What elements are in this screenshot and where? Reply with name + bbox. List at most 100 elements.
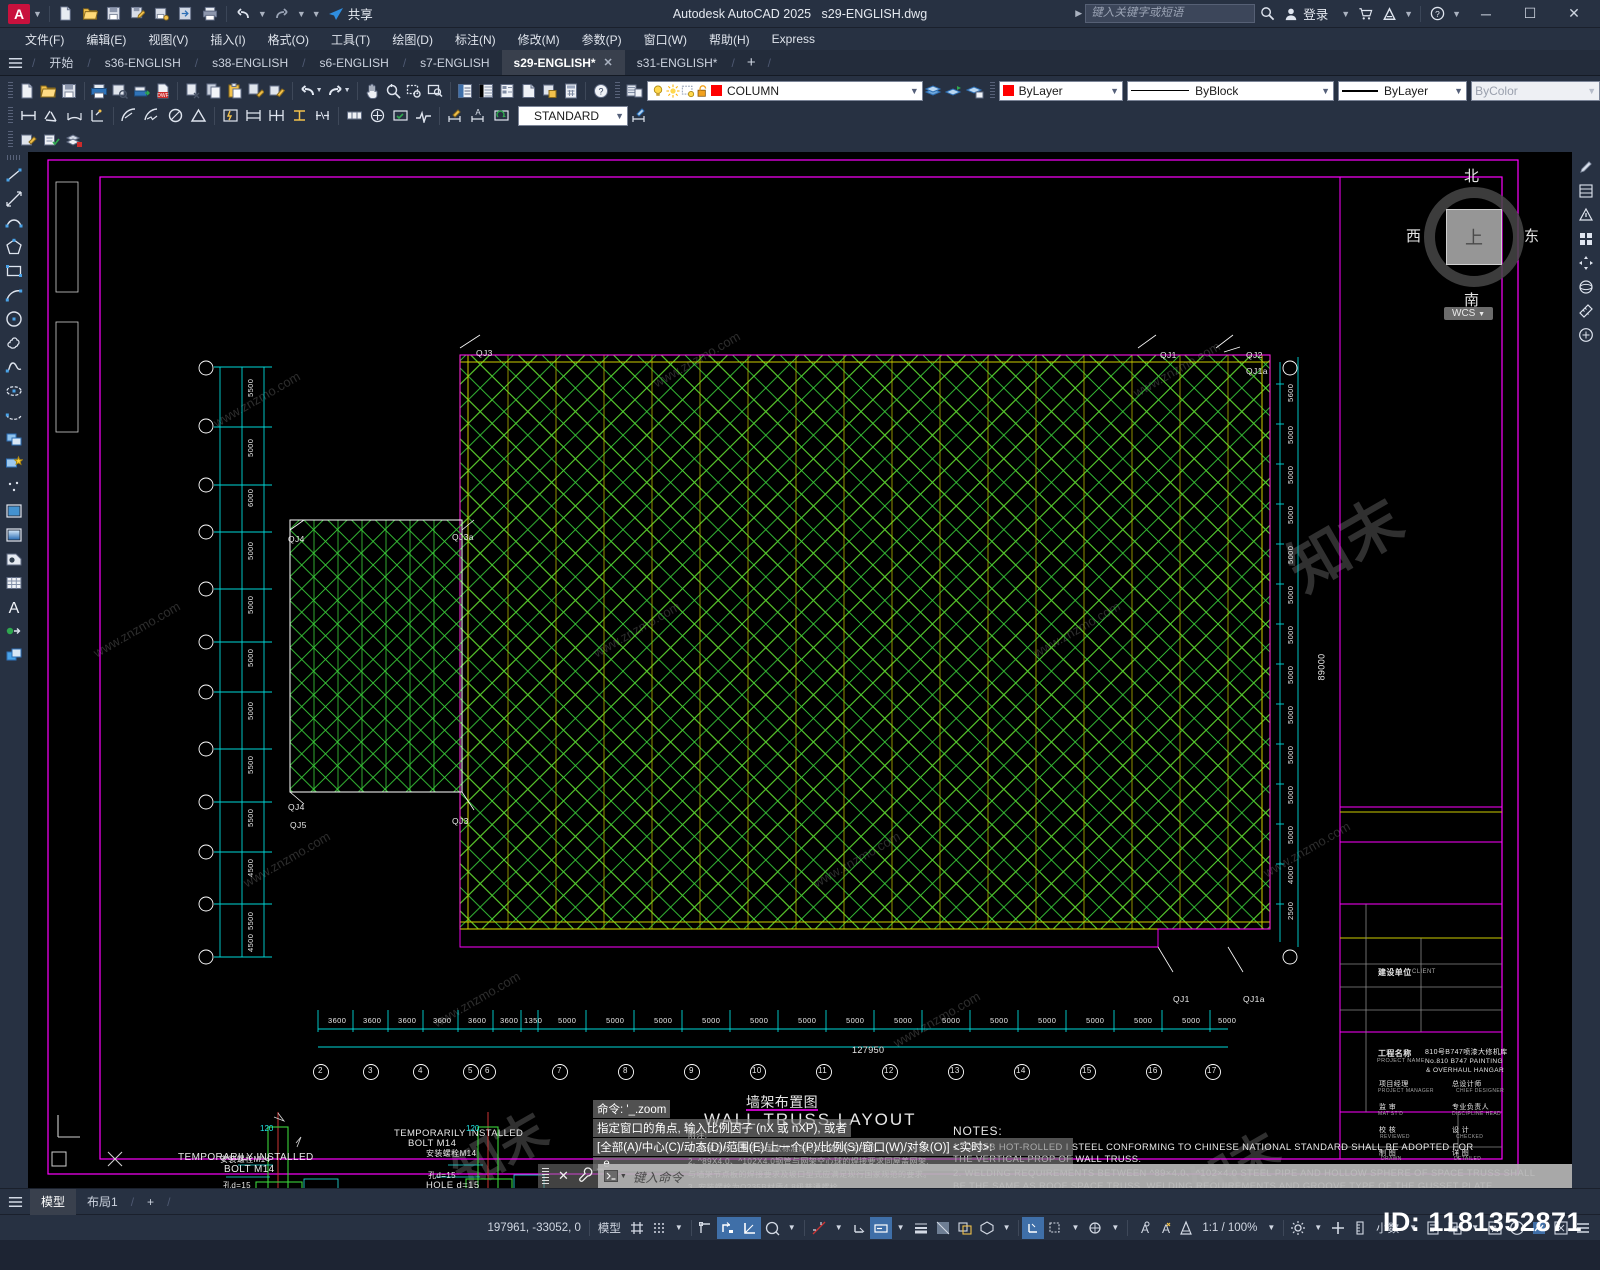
ortho-icon[interactable] bbox=[716, 1216, 739, 1239]
apps-grid-icon[interactable] bbox=[1574, 227, 1598, 251]
toolbar-grip[interactable] bbox=[8, 81, 13, 100]
3d-osnap-icon[interactable] bbox=[976, 1217, 998, 1239]
close-button[interactable]: ✕ bbox=[1552, 0, 1596, 28]
menu-file[interactable]: 文件(F) bbox=[14, 29, 75, 50]
help-caret[interactable]: ▼ bbox=[1452, 9, 1461, 19]
menu-view[interactable]: 视图(V) bbox=[137, 29, 199, 50]
undo-icon[interactable] bbox=[296, 80, 317, 102]
calculator-icon[interactable] bbox=[560, 80, 581, 102]
apps-caret[interactable]: ▼ bbox=[1404, 9, 1413, 19]
zoom-window-icon[interactable] bbox=[404, 80, 425, 102]
dynamic-ucs-icon[interactable] bbox=[1022, 1216, 1045, 1239]
layout-tab-layout1[interactable]: 布局1 bbox=[76, 1189, 129, 1215]
dimlinear-icon[interactable] bbox=[17, 105, 40, 127]
spline-icon[interactable] bbox=[2, 355, 26, 379]
viewcube-west-label[interactable]: 西 bbox=[1406, 225, 1421, 246]
undo-icon[interactable] bbox=[232, 3, 254, 25]
properties-toolbar-grip[interactable] bbox=[990, 81, 995, 100]
viewcube-wcs-selector[interactable]: WCS ▼ bbox=[1444, 307, 1494, 320]
workspace-caret[interactable]: ▼ bbox=[1309, 1217, 1327, 1239]
mtext-icon[interactable]: A bbox=[2, 595, 26, 619]
toolpalettes-icon[interactable] bbox=[497, 80, 518, 102]
layer-thaw-icon[interactable] bbox=[666, 83, 680, 98]
lineweight-combo[interactable]: ByLayer ▼ bbox=[1338, 80, 1468, 101]
search-icon[interactable] bbox=[1256, 3, 1278, 25]
cut-icon[interactable] bbox=[182, 80, 203, 102]
dimspace-icon[interactable] bbox=[288, 105, 311, 127]
qnew-icon[interactable] bbox=[17, 80, 38, 102]
maximize-button[interactable]: ☐ bbox=[1508, 0, 1552, 28]
polygon-icon[interactable] bbox=[2, 235, 26, 259]
print-icon[interactable] bbox=[199, 3, 221, 25]
cart-icon[interactable] bbox=[1354, 3, 1376, 25]
gizmo-caret[interactable]: ▼ bbox=[1106, 1217, 1124, 1239]
linetype-dropdown-caret[interactable]: ▼ bbox=[1317, 86, 1330, 96]
redo-caret[interactable]: ▼ bbox=[297, 9, 306, 19]
zoom-previous-icon[interactable] bbox=[425, 80, 446, 102]
dimbaseline-icon[interactable] bbox=[242, 105, 265, 127]
drawing-canvas[interactable]: www.znzmo.com www.znzmo.com www.znzmo.co… bbox=[28, 152, 1572, 1188]
save-local-icon[interactable] bbox=[151, 3, 173, 25]
measure-icon[interactable] bbox=[1574, 299, 1598, 323]
dimarclength-icon[interactable] bbox=[63, 105, 86, 127]
publish-icon[interactable] bbox=[131, 80, 152, 102]
autocad-logo[interactable]: A bbox=[8, 3, 30, 24]
command-grip[interactable] bbox=[542, 1168, 549, 1184]
copy-icon[interactable] bbox=[203, 80, 224, 102]
osnap-icon[interactable] bbox=[761, 1217, 783, 1239]
redo-icon[interactable] bbox=[325, 80, 346, 102]
arc-icon[interactable] bbox=[2, 283, 26, 307]
undo-caret[interactable]: ▼ bbox=[258, 9, 267, 19]
batch-attribute-icon[interactable] bbox=[63, 129, 86, 151]
menu-help[interactable]: 帮助(H) bbox=[698, 29, 761, 50]
dimcenter-icon[interactable] bbox=[366, 105, 389, 127]
pan-icon[interactable] bbox=[361, 80, 382, 102]
annotation-scale-caret[interactable]: ▼ bbox=[1262, 1217, 1280, 1239]
menu-parametric[interactable]: 参数(P) bbox=[571, 29, 633, 50]
ellipse-icon[interactable] bbox=[2, 379, 26, 403]
linetype-combo[interactable]: ByBlock ▼ bbox=[1127, 80, 1335, 101]
menu-tools[interactable]: 工具(T) bbox=[320, 29, 381, 50]
new-layout-button[interactable]: + bbox=[136, 1189, 165, 1215]
dimjogged-icon[interactable] bbox=[141, 105, 164, 127]
snap-icon[interactable] bbox=[648, 1217, 670, 1239]
dimdiameter-icon[interactable] bbox=[164, 105, 187, 127]
menu-window[interactable]: 窗口(W) bbox=[633, 29, 698, 50]
attribute-sync-icon[interactable] bbox=[40, 129, 63, 151]
osnap-dropdown-caret[interactable]: ▼ bbox=[783, 1217, 801, 1239]
export-dwf-icon[interactable]: DWF bbox=[152, 80, 173, 102]
table-icon[interactable] bbox=[2, 571, 26, 595]
toolbar-grip[interactable] bbox=[8, 106, 13, 125]
pan-nav-icon[interactable] bbox=[1574, 251, 1598, 275]
menu-express[interactable]: Express bbox=[761, 30, 826, 48]
dim-inspect-icon[interactable] bbox=[389, 105, 412, 127]
line-icon[interactable] bbox=[2, 163, 26, 187]
layout-tab-model[interactable]: 模型 bbox=[30, 1188, 77, 1215]
save-cloud-icon[interactable] bbox=[175, 3, 197, 25]
zoom-realtime-icon[interactable] bbox=[383, 80, 404, 102]
toolbar-grip[interactable] bbox=[7, 155, 21, 160]
layer-properties-icon[interactable] bbox=[624, 80, 645, 102]
autoscale-icon[interactable]: A bbox=[1153, 1217, 1175, 1239]
properties-palette-icon[interactable] bbox=[455, 80, 476, 102]
redo-dropdown-caret[interactable]: ▼ bbox=[344, 87, 351, 94]
viewcube-north-label[interactable]: 北 bbox=[1464, 165, 1479, 186]
qat-caret[interactable]: ▼ bbox=[312, 9, 321, 19]
make-block-icon[interactable] bbox=[2, 451, 26, 475]
tab-s7-english[interactable]: s7-ENGLISH bbox=[408, 50, 501, 75]
viewcube-top-face[interactable]: 上 bbox=[1446, 209, 1502, 265]
units-icon[interactable] bbox=[1349, 1217, 1371, 1239]
minimize-button[interactable]: ─ bbox=[1464, 0, 1508, 28]
dimcontinue-icon[interactable] bbox=[265, 105, 288, 127]
command-input-bar[interactable]: ✕ ▼ 键入命令 bbox=[538, 1164, 1572, 1188]
dimstyle-manager-icon[interactable] bbox=[628, 105, 651, 127]
open-file-icon[interactable] bbox=[79, 3, 101, 25]
pencil-icon[interactable] bbox=[1574, 155, 1598, 179]
markup-icon[interactable] bbox=[539, 80, 560, 102]
save-icon[interactable] bbox=[59, 80, 80, 102]
add-selected-icon[interactable] bbox=[2, 619, 26, 643]
annotation-visibility-icon[interactable]: A bbox=[1131, 1217, 1153, 1239]
save-icon[interactable] bbox=[103, 3, 125, 25]
tab-close-icon[interactable]: ✕ bbox=[604, 56, 613, 69]
selection-filter-icon[interactable] bbox=[1044, 1217, 1066, 1239]
